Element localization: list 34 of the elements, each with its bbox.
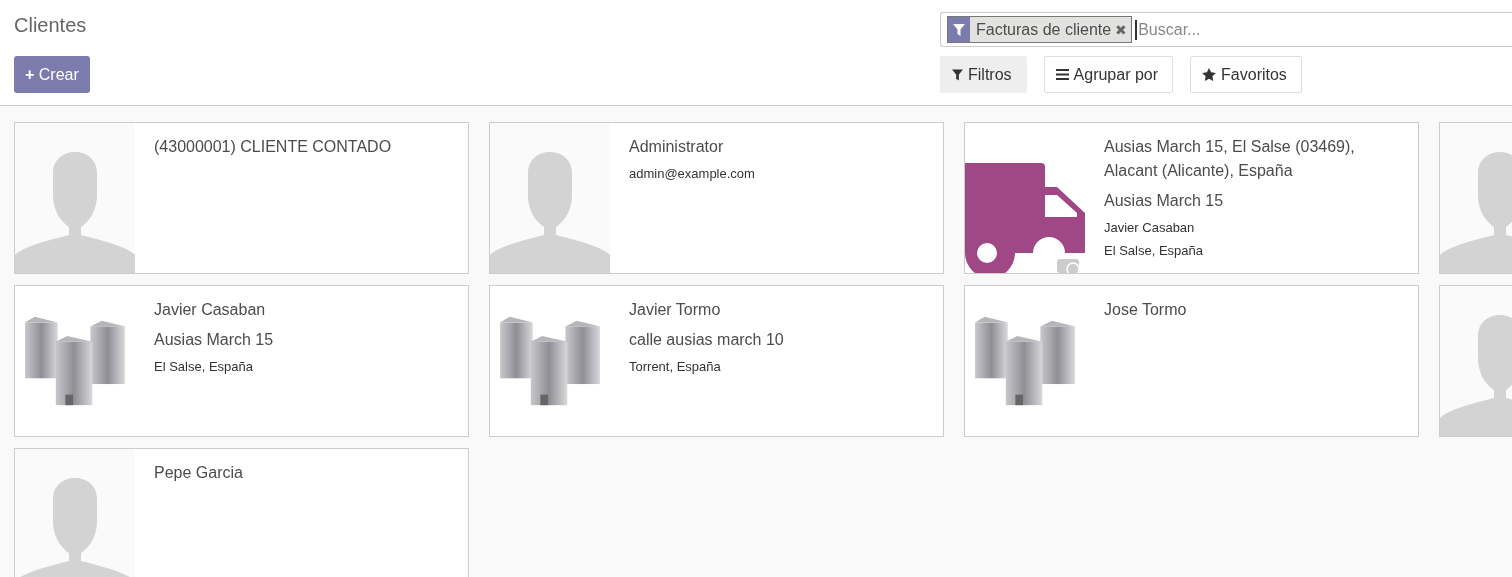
toolbar-button[interactable]: Favoritos	[1190, 56, 1302, 93]
contact-card[interactable]: Jose Tormo	[964, 285, 1419, 437]
contact-card[interactable]: (43000001) CLIENTE CONTADO	[14, 122, 469, 274]
contact-name: Administrator	[629, 137, 725, 157]
contact-detail: El Salse, España	[154, 358, 254, 376]
toolbar-button[interactable]: Agrupar por	[1043, 56, 1174, 93]
create-button[interactable]: + Crear	[14, 56, 90, 93]
filter-facet[interactable]: Facturas de cliente ✖	[947, 16, 1133, 43]
contact-detail: El Salse, España	[1104, 242, 1204, 260]
contact-name: Ausias March 15	[1104, 191, 1225, 211]
contact-name: calle ausias march 10	[629, 330, 784, 350]
contact-name: Jose Tormo	[1104, 300, 1187, 320]
contact-name: Ausias March 15, El Salse (03469), Alacant (Alicante), España	[1104, 137, 1356, 181]
contact-name: Javier Tormo	[629, 300, 722, 320]
toolbar-button[interactable]: Filtros	[940, 56, 1027, 93]
contact-name: Pepe Garcia	[154, 463, 243, 483]
contact-card[interactable]: Administrator admin@example.com	[489, 122, 944, 274]
star-icon	[1202, 68, 1217, 81]
contact-detail: Torrent, España	[629, 358, 722, 376]
contact-card[interactable]: Javier Tormo calle ausias march 10 Torrent, España	[489, 285, 944, 437]
contact-name: Ausias March 15	[154, 330, 274, 350]
menu-icon	[1055, 69, 1069, 80]
contact-detail: admin@example.com	[629, 165, 755, 183]
filter-icon	[953, 23, 965, 36]
contact-detail: Javier Casaban	[1104, 219, 1196, 237]
contact-card[interactable]: Javier Casaban Ausias March 15 El Salse, España	[14, 285, 469, 437]
contact-card[interactable]: Ausias March 15, El Salse (03469), Alacant (Alicante), España Ausias March 15 Javier Casaban El Salse, España	[964, 122, 1419, 274]
contact-name: (43000001) CLIENTE CONTADO	[154, 137, 392, 157]
contact-card[interactable]: Pepe Garcia	[14, 448, 469, 577]
search-field[interactable]: Facturas de cliente ✖ Buscar...	[940, 12, 1512, 47]
remove-icon[interactable]: ✖	[1115, 21, 1132, 38]
filter-icon	[952, 68, 963, 81]
page-title: Clientes	[14, 14, 88, 38]
contact-name: Javier Casaban	[154, 300, 267, 320]
